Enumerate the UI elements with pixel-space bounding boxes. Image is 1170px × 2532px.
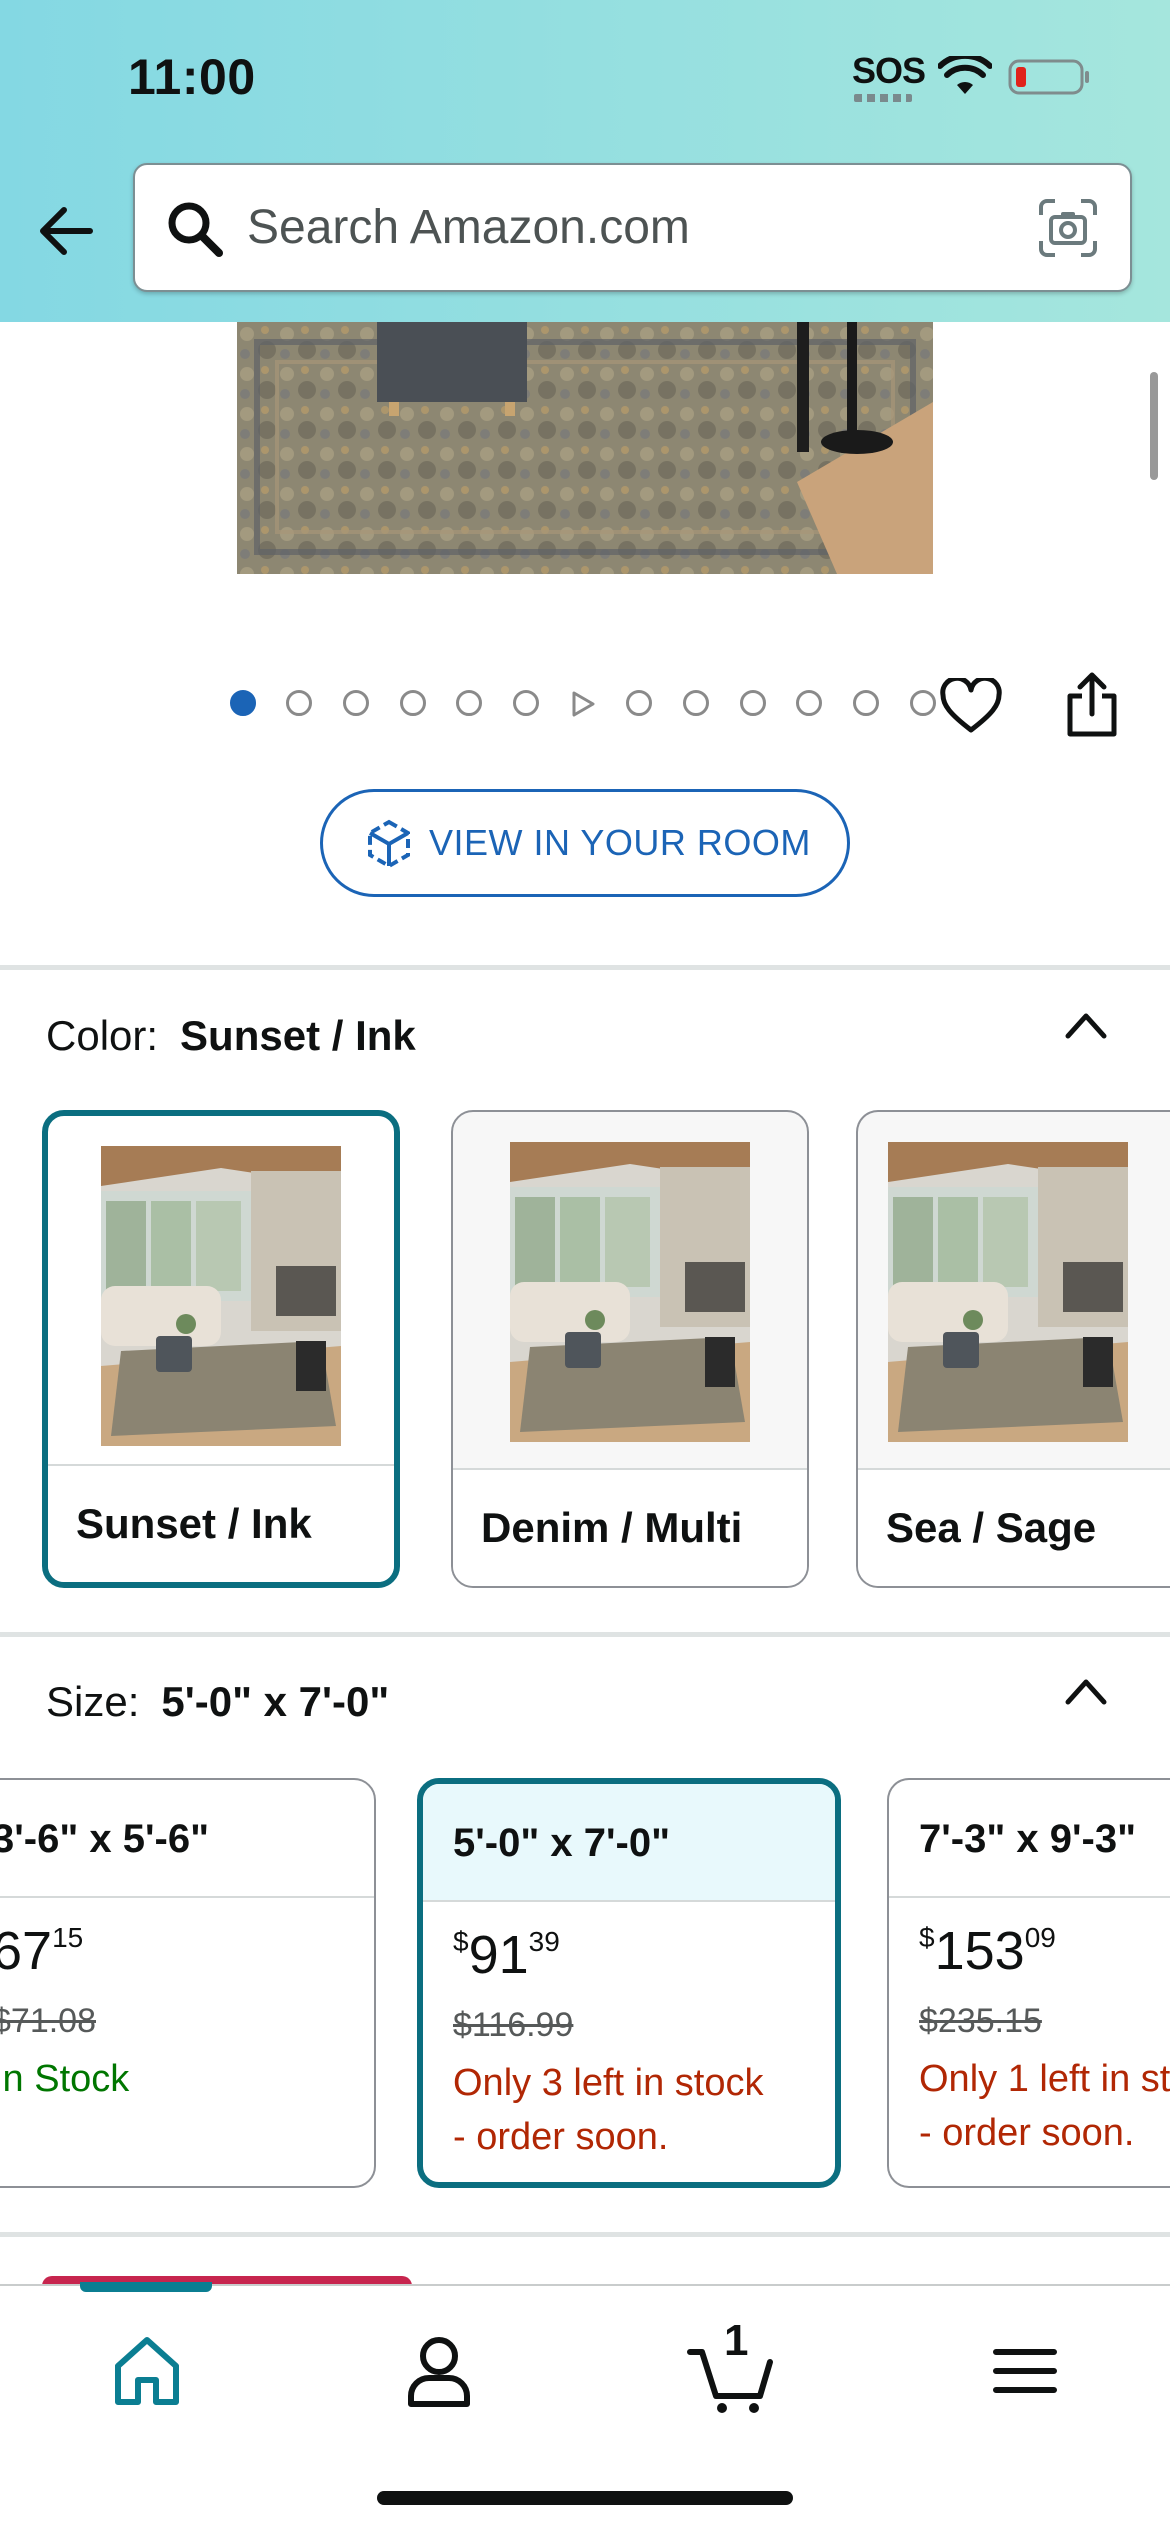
carousel-dot[interactable] <box>400 690 426 716</box>
size-option-list-price: $116.99 <box>453 2006 574 2044</box>
selected-color-value: Sunset / Ink <box>180 1012 416 1059</box>
carousel-dot[interactable] <box>796 690 822 716</box>
color-label: Color: Sunset / Ink <box>46 1012 416 1060</box>
nav-active-indicator <box>80 2282 212 2292</box>
menu-icon[interactable] <box>980 2326 1070 2416</box>
carousel-dot[interactable] <box>456 690 482 716</box>
size-label: Size: 5'-0" x 7'-0" <box>46 1678 389 1726</box>
carousel-dot[interactable] <box>286 690 312 716</box>
collapse-color-chevron-icon[interactable] <box>1062 1008 1110 1042</box>
carousel-dot[interactable] <box>683 690 709 716</box>
size-option-stock: Only 3 left in stock - order soon. <box>453 2062 764 2158</box>
color-label-text: Color: <box>46 1012 159 1059</box>
account-icon[interactable] <box>394 2326 484 2416</box>
size-option-header: 5'-0" x 7'-0" <box>423 1784 835 1902</box>
wifi-icon <box>938 56 992 94</box>
cart-count-badge: 1 <box>724 2316 749 2365</box>
carousel-dot[interactable] <box>853 690 879 716</box>
size-option-title: 7'-3" x 9'-3" <box>919 1817 1137 1861</box>
size-option-title: 5'-0" x 7'-0" <box>453 1821 671 1865</box>
carousel-dot[interactable] <box>513 690 539 716</box>
size-option-header: 3'-6" x 5'-6" <box>0 1780 374 1898</box>
carousel-dot[interactable] <box>626 690 652 716</box>
section-divider <box>0 965 1170 970</box>
size-option-header: 7'-3" x 9'-3" <box>889 1780 1170 1898</box>
carousel-dot[interactable] <box>910 690 936 716</box>
size-option-5-0x7-0[interactable]: 5'-0" x 7'-0" $9139 $116.99 Only 3 left … <box>417 1778 841 2188</box>
size-option-stock: In Stock <box>0 2058 130 2100</box>
color-thumbnail <box>888 1142 1128 1442</box>
camera-search-icon[interactable] <box>1037 197 1099 259</box>
carousel-dot[interactable] <box>343 690 369 716</box>
home-indicator[interactable] <box>377 2491 793 2505</box>
section-divider <box>0 1632 1170 1637</box>
carousel-dot[interactable] <box>230 690 256 716</box>
size-option-stock: Only 1 left in stock - order soon. <box>919 2058 1170 2154</box>
view-in-your-room-label: VIEW IN YOUR ROOM <box>429 822 811 863</box>
heart-icon[interactable] <box>940 678 1002 734</box>
sos-indicator: SOS <box>852 50 926 91</box>
color-thumbnail <box>101 1146 341 1446</box>
size-option-price: $9139 <box>453 1925 560 1985</box>
size-option-title: 3'-6" x 5'-6" <box>0 1817 210 1861</box>
collapse-size-chevron-icon[interactable] <box>1062 1674 1110 1708</box>
video-play-icon[interactable] <box>570 690 596 718</box>
color-option-sunset-ink[interactable]: Sunset / Ink <box>42 1110 400 1588</box>
home-icon[interactable] <box>102 2326 192 2416</box>
color-option-name: Denim / Multi <box>481 1504 743 1551</box>
header: 11:00 SOS <box>0 0 1170 322</box>
status-time: 11:00 <box>128 49 256 105</box>
size-option-price: $15309 <box>919 1921 1056 1981</box>
size-option-3-6x5-6[interactable]: 3'-6" x 5'-6" 6715 $71.08 In Stock <box>0 1778 376 2188</box>
color-option-name-area: Sea / Sage <box>858 1468 1170 1586</box>
battery-icon <box>1008 59 1089 95</box>
size-option-price: 6715 <box>0 1921 84 1981</box>
ar-cube-icon <box>368 819 410 869</box>
carousel-dot[interactable] <box>740 690 766 716</box>
color-option-sea-sage[interactable]: Sea / Sage <box>856 1110 1170 1588</box>
share-icon[interactable] <box>1064 672 1120 738</box>
color-option-name-area: Denim / Multi <box>453 1468 807 1586</box>
product-image[interactable] <box>237 322 933 574</box>
section-divider <box>0 2232 1170 2237</box>
size-option-list-price: $71.08 <box>0 2002 96 2040</box>
color-option-denim-multi[interactable]: Denim / Multi <box>451 1110 809 1588</box>
size-option-list-price: $235.15 <box>919 2002 1042 2040</box>
view-in-your-room-button[interactable]: VIEW IN YOUR ROOM <box>320 789 850 897</box>
color-thumbnail <box>510 1142 750 1442</box>
selected-size-value: 5'-0" x 7'-0" <box>161 1678 390 1725</box>
signal-dots-icon <box>854 94 912 102</box>
size-label-text: Size: <box>46 1678 140 1725</box>
size-option-7-3x9-3[interactable]: 7'-3" x 9'-3" $15309 $235.15 Only 1 left… <box>887 1778 1170 2188</box>
back-arrow-icon[interactable] <box>36 202 94 260</box>
color-option-name: Sunset / Ink <box>76 1500 312 1547</box>
search-bar[interactable] <box>133 163 1132 292</box>
search-icon <box>168 202 223 257</box>
search-input[interactable] <box>247 165 1017 290</box>
color-option-name: Sea / Sage <box>886 1504 1097 1551</box>
scrollbar[interactable] <box>1150 372 1158 480</box>
color-option-name-area: Sunset / Ink <box>48 1464 394 1582</box>
